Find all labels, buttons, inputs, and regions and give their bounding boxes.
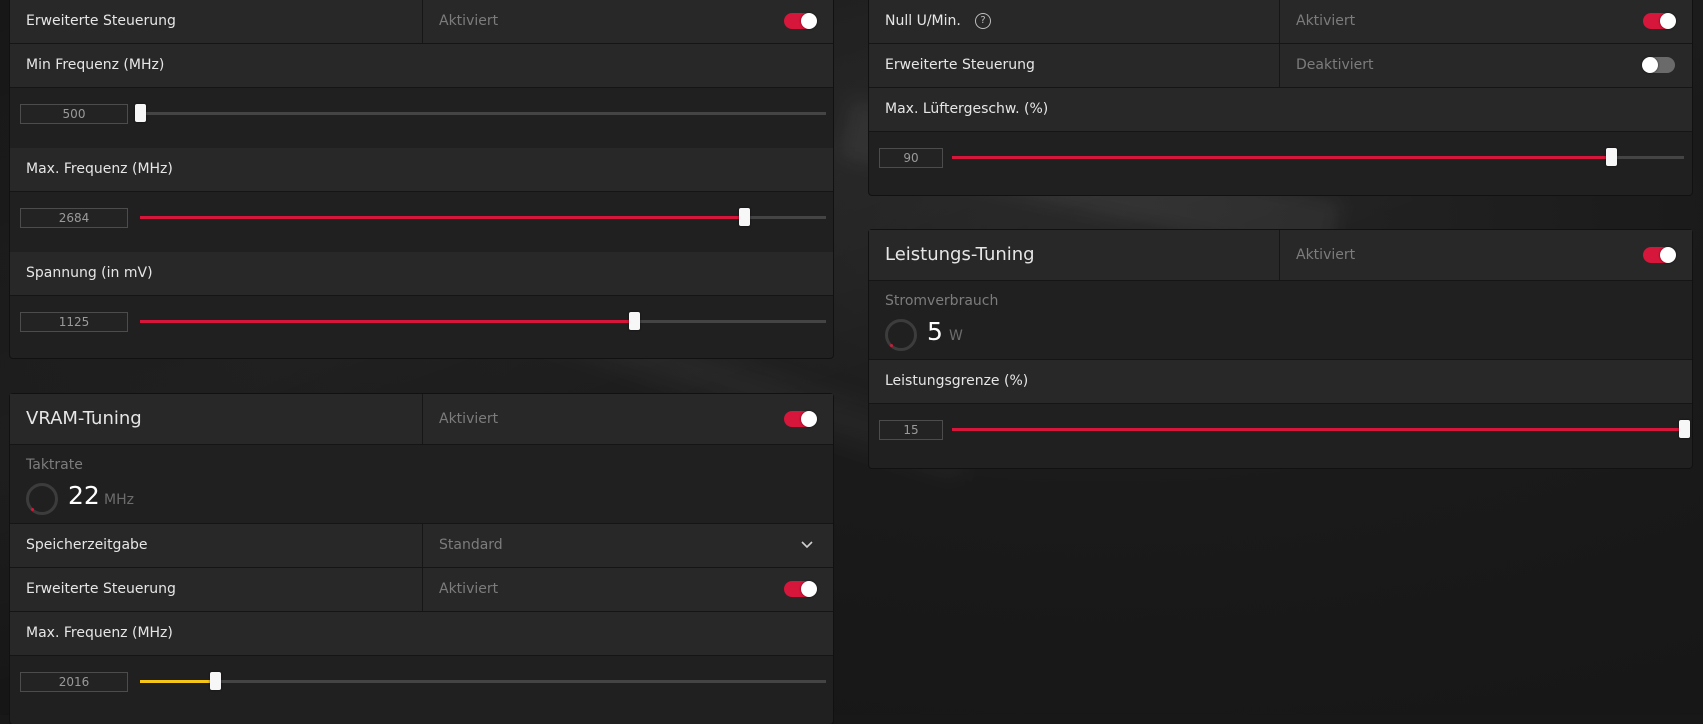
vram-max-freq-input[interactable]: 2016 [20, 672, 128, 692]
vram-toggle[interactable] [784, 411, 817, 427]
power-title: Leistungs-Tuning [885, 244, 1035, 265]
fan-tuning-panel: Null U/Min. ? Aktiviert Erweiterte Steue… [869, 0, 1692, 195]
gpu-voltage-input[interactable]: 1125 [20, 312, 128, 332]
gpu-min-freq-slider-zone: 500 [10, 88, 833, 140]
power-limit-row: Leistungsgrenze (%) [869, 360, 1692, 404]
vram-timing-row[interactable]: Speicherzeitgabe Standard [10, 524, 833, 568]
power-limit-input[interactable]: 15 [879, 420, 943, 440]
slider-thumb[interactable] [1605, 148, 1617, 166]
row-divider [1279, 0, 1280, 43]
gpu-min-freq-slider[interactable] [135, 104, 826, 122]
slider-fill [140, 680, 216, 683]
row-divider [422, 394, 423, 444]
chevron-down-icon[interactable] [801, 539, 813, 551]
ring-gauge-icon [885, 319, 917, 351]
vram-clock-unit: MHz [104, 492, 134, 508]
slider-thumb[interactable] [1679, 420, 1690, 438]
power-consumption-value: 5 [927, 317, 943, 346]
vram-advanced-toggle[interactable] [784, 581, 817, 597]
vram-max-freq-label: Max. Frequenz (MHz) [26, 625, 173, 641]
gpu-advanced-status: Aktiviert [439, 13, 499, 29]
fan-zero-rpm-toggle[interactable] [1643, 13, 1676, 29]
slider-fill [952, 428, 1684, 431]
gpu-advanced-toggle[interactable] [784, 13, 817, 29]
gpu-voltage-label: Spannung (in mV) [26, 265, 153, 281]
vram-advanced-label: Erweiterte Steuerung [26, 581, 176, 597]
gpu-tuning-panel: Erweiterte Steuerung Aktiviert Min Frequ… [10, 0, 833, 358]
power-limit-slider[interactable] [952, 420, 1690, 438]
gpu-max-freq-slider-zone: 2684 [10, 192, 833, 244]
fan-zero-rpm-label: Null U/Min. [885, 13, 961, 29]
slider-fill [140, 216, 744, 219]
vram-title: VRAM-Tuning [26, 408, 142, 429]
gpu-max-freq-row: Max. Frequenz (MHz) [10, 148, 833, 192]
fan-max-speed-row: Max. Lüftergeschw. (%) [869, 88, 1692, 132]
gpu-voltage-row: Spannung (in mV) [10, 252, 833, 296]
power-tuning-panel: Leistungs-Tuning Aktiviert Stromverbrauc… [869, 230, 1692, 468]
fan-advanced-label: Erweiterte Steuerung [885, 57, 1035, 73]
vram-tuning-panel: VRAM-Tuning Aktiviert Taktrate 22 MHz Sp… [10, 394, 833, 724]
row-divider [1279, 44, 1280, 87]
ring-gauge-icon [26, 483, 58, 515]
fan-zero-rpm-status: Aktiviert [1296, 13, 1356, 29]
vram-max-freq-row: Max. Frequenz (MHz) [10, 612, 833, 656]
fan-max-speed-slider[interactable] [952, 148, 1684, 166]
gpu-advanced-row: Erweiterte Steuerung Aktiviert [10, 0, 833, 44]
fan-advanced-status: Deaktiviert [1296, 57, 1374, 73]
question-circle-icon[interactable]: ? [975, 13, 991, 29]
fan-max-speed-input[interactable]: 90 [879, 148, 943, 168]
gpu-max-freq-input[interactable]: 2684 [20, 208, 128, 228]
gpu-max-freq-slider[interactable] [140, 208, 826, 226]
vram-timing-label: Speicherzeitgabe [26, 537, 148, 553]
fan-advanced-toggle[interactable] [1642, 57, 1675, 73]
slider-thumb[interactable] [210, 672, 222, 690]
gpu-max-freq-label: Max. Frequenz (MHz) [26, 161, 173, 177]
slider-fill [952, 156, 1611, 159]
gpu-advanced-label: Erweiterte Steuerung [26, 13, 176, 29]
row-divider [422, 0, 423, 43]
vram-timing-value[interactable]: Standard [439, 524, 503, 567]
slider-thumb[interactable] [135, 104, 146, 122]
slider-fill [140, 320, 634, 323]
power-consumption-unit: W [949, 328, 963, 344]
power-consumption-metric: Stromverbrauch 5 W [869, 281, 1692, 360]
power-status: Aktiviert [1296, 247, 1356, 263]
vram-max-freq-slider-zone: 2016 [10, 656, 833, 708]
fan-max-speed-slider-zone: 90 [869, 132, 1692, 184]
row-divider [1279, 230, 1280, 280]
gpu-voltage-slider-zone: 1125 [10, 296, 833, 348]
row-divider [422, 524, 423, 567]
slider-thumb[interactable] [628, 312, 640, 330]
row-divider [422, 568, 423, 611]
gpu-min-freq-label: Min Frequenz (MHz) [26, 57, 165, 73]
power-header-row: Leistungs-Tuning Aktiviert [869, 230, 1692, 281]
power-toggle[interactable] [1643, 247, 1676, 263]
vram-advanced-row: Erweiterte Steuerung Aktiviert [10, 568, 833, 612]
fan-max-speed-label: Max. Lüftergeschw. (%) [885, 101, 1049, 117]
power-consumption-label: Stromverbrauch [885, 293, 999, 309]
fan-zero-rpm-row: Null U/Min. ? Aktiviert [869, 0, 1692, 44]
slider-thumb[interactable] [738, 208, 750, 226]
vram-clock-label: Taktrate [26, 457, 83, 473]
gpu-voltage-slider[interactable] [140, 312, 826, 330]
power-limit-label: Leistungsgrenze (%) [885, 373, 1029, 389]
vram-status: Aktiviert [439, 411, 499, 427]
power-limit-slider-zone: 15 [869, 404, 1692, 456]
vram-advanced-status: Aktiviert [439, 581, 499, 597]
gpu-min-freq-input[interactable]: 500 [20, 104, 128, 124]
vram-max-freq-slider[interactable] [140, 672, 826, 690]
vram-header-row: VRAM-Tuning Aktiviert [10, 394, 833, 445]
fan-advanced-row: Erweiterte Steuerung Deaktiviert [869, 44, 1692, 88]
gpu-min-freq-row: Min Frequenz (MHz) [10, 44, 833, 88]
vram-clock-value: 22 [68, 481, 100, 510]
vram-clock-metric: Taktrate 22 MHz [10, 445, 833, 524]
